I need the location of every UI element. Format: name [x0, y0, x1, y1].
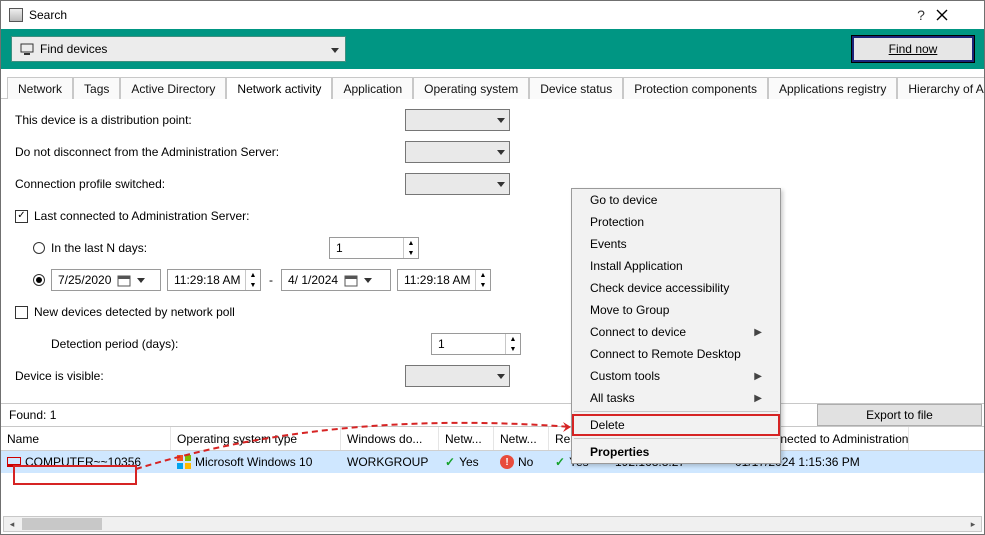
chevron-down-icon [364, 278, 372, 283]
chevron-down-icon [497, 150, 505, 155]
label-device-visible: Device is visible: [15, 369, 405, 383]
distribution-point-combo[interactable] [405, 109, 510, 131]
date-from-input[interactable]: 7/25/2020 [51, 269, 161, 291]
col-name[interactable]: Name [1, 427, 171, 450]
chevron-down-icon [497, 374, 505, 379]
ctx-check-accessibility[interactable]: Check device accessibility [572, 277, 780, 299]
ctx-all-tasks[interactable]: All tasks▶ [572, 387, 780, 409]
new-devices-checkbox[interactable] [15, 306, 28, 319]
ctx-delete[interactable]: Delete [572, 414, 780, 436]
tab-network-activity[interactable]: Network activity [226, 77, 332, 99]
col-os[interactable]: Operating system type [171, 427, 341, 450]
chevron-down-icon [497, 182, 505, 187]
radio-date-range[interactable] [33, 274, 45, 286]
tab-active-directory[interactable]: Active Directory [120, 77, 226, 99]
ctx-move-to-group[interactable]: Move to Group [572, 299, 780, 321]
tab-strip: Network Tags Active Directory Network ac… [1, 75, 984, 99]
ctx-connect-to-device[interactable]: Connect to device▶ [572, 321, 780, 343]
tab-applications-registry[interactable]: Applications registry [768, 77, 897, 99]
find-now-button[interactable]: Find now [852, 36, 974, 62]
ctx-connect-remote-desktop[interactable]: Connect to Remote Desktop [572, 343, 780, 365]
ctx-go-to-device[interactable]: Go to device [572, 189, 780, 211]
spinner-up-icon[interactable]: ▲ [506, 334, 520, 344]
radio-last-n-days[interactable] [33, 242, 45, 254]
ctx-custom-tools[interactable]: Custom tools▶ [572, 365, 780, 387]
tab-protection-components[interactable]: Protection components [623, 77, 768, 99]
menu-divider [574, 438, 778, 439]
calendar-icon [344, 273, 358, 287]
spinner-up-icon[interactable]: ▲ [476, 270, 490, 280]
spinner-down-icon[interactable]: ▼ [476, 280, 490, 290]
form-body: This device is a distribution point: Do … [1, 99, 984, 403]
help-button[interactable]: ? [906, 7, 936, 23]
tab-hierarchy[interactable]: Hierarchy of Administration Servers [897, 77, 985, 99]
detection-period-input[interactable]: 1 ▲▼ [431, 333, 521, 355]
windows-icon [177, 455, 191, 469]
check-icon: ✓ [445, 455, 455, 469]
menu-divider [574, 411, 778, 412]
label-detection-period: Detection period (days): [51, 337, 431, 351]
tab-application[interactable]: Application [332, 77, 413, 99]
results-header: Name Operating system type Windows do...… [1, 427, 984, 451]
range-separator: - [269, 273, 273, 287]
label-last-connected: Last connected to Administration Server: [34, 209, 249, 223]
computer-icon [7, 457, 21, 467]
ctx-properties[interactable]: Properties [572, 441, 780, 463]
n-days-input[interactable]: 1 ▲▼ [329, 237, 419, 259]
scroll-left-icon[interactable]: ◂ [4, 517, 20, 531]
ctx-events[interactable]: Events [572, 233, 780, 255]
check-icon: ✓ [555, 455, 565, 469]
label-distribution-point: This device is a distribution point: [15, 113, 405, 127]
last-connected-checkbox[interactable]: ✓ [15, 210, 28, 223]
export-button[interactable]: Export to file [817, 404, 982, 426]
chevron-right-icon: ▶ [754, 393, 762, 404]
conn-profile-combo[interactable] [405, 173, 510, 195]
spinner-up-icon[interactable]: ▲ [246, 270, 260, 280]
label-last-n-days: In the last N days: [51, 241, 329, 255]
window-title: Search [29, 8, 906, 22]
col-netw1[interactable]: Netw... [439, 427, 494, 450]
app-icon [9, 8, 23, 22]
label-new-devices: New devices detected by network poll [34, 305, 235, 319]
spinner-down-icon[interactable]: ▼ [404, 248, 418, 258]
tab-network[interactable]: Network [7, 77, 73, 99]
calendar-icon [117, 273, 131, 287]
col-netw2[interactable]: Netw... [494, 427, 549, 450]
col-windows-domain[interactable]: Windows do... [341, 427, 439, 450]
time-to-input[interactable]: 11:29:18 AM ▲▼ [397, 269, 491, 291]
scroll-thumb[interactable] [22, 518, 102, 530]
monitor-icon [20, 42, 34, 56]
no-disconnect-combo[interactable] [405, 141, 510, 163]
time-from-input[interactable]: 11:29:18 AM ▲▼ [167, 269, 261, 291]
date-to-input[interactable]: 4/ 1/2024 [281, 269, 391, 291]
ctx-install-application[interactable]: Install Application [572, 255, 780, 277]
scroll-right-icon[interactable]: ▸ [965, 517, 981, 531]
table-row[interactable]: COMPUTER~~10356 Microsoft Windows 10 WOR… [1, 451, 984, 473]
toolbar: Find devices Find now [1, 29, 984, 69]
tab-operating-system[interactable]: Operating system [413, 77, 529, 99]
tab-device-status[interactable]: Device status [529, 77, 623, 99]
ctx-protection[interactable]: Protection [572, 211, 780, 233]
found-count: Found: 1 [9, 408, 56, 422]
label-conn-profile: Connection profile switched: [15, 177, 405, 191]
spinner-up-icon[interactable]: ▲ [404, 238, 418, 248]
chevron-down-icon [497, 118, 505, 123]
chevron-right-icon: ▶ [754, 371, 762, 382]
search-type-label: Find devices [40, 42, 107, 56]
search-type-combo[interactable]: Find devices [11, 36, 346, 62]
horizontal-scrollbar[interactable]: ◂ ▸ [3, 516, 982, 532]
spinner-down-icon[interactable]: ▼ [246, 280, 260, 290]
chevron-right-icon: ▶ [754, 327, 762, 338]
label-no-disconnect: Do not disconnect from the Administratio… [15, 145, 405, 159]
chevron-down-icon [331, 42, 339, 56]
context-menu: Go to device Protection Events Install A… [571, 188, 781, 464]
chevron-down-icon [137, 278, 145, 283]
close-button[interactable] [936, 9, 976, 21]
tab-tags[interactable]: Tags [73, 77, 120, 99]
error-icon: ! [500, 455, 514, 469]
device-visible-combo[interactable] [405, 365, 510, 387]
spinner-down-icon[interactable]: ▼ [506, 344, 520, 354]
